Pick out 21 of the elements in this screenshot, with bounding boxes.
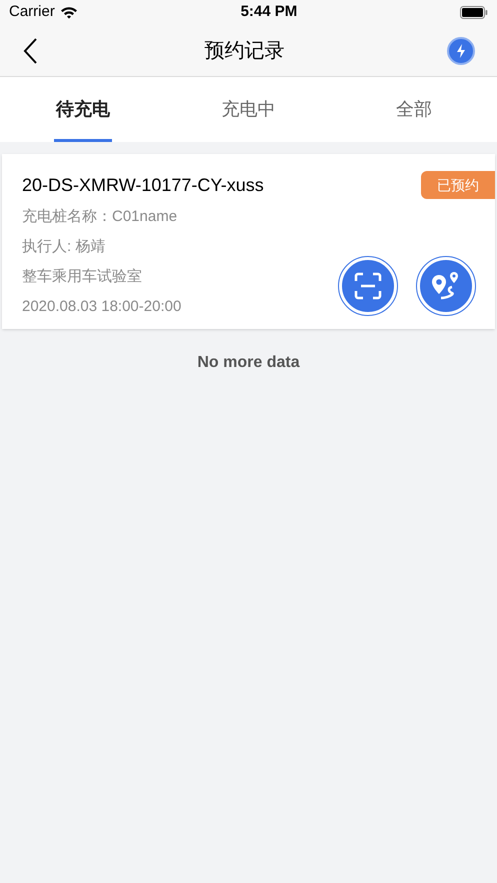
page-title: 预约记录 — [204, 38, 284, 64]
wifi-icon — [60, 6, 78, 19]
record-detail: 执行人: 杨靖 — [22, 237, 106, 257]
scan-button[interactable] — [339, 257, 397, 315]
record-detail: 充电桩名称：C01name — [22, 207, 178, 227]
time-text: 5:44 PM — [240, 2, 298, 22]
tab[interactable]: 全部 — [331, 77, 497, 142]
scan-icon — [354, 272, 382, 300]
lightning-button[interactable] — [447, 36, 475, 64]
no-more-data-text: No more data — [197, 353, 300, 373]
carrier-text: Carrier — [9, 2, 55, 22]
route-button[interactable] — [417, 257, 475, 315]
back-chevron-icon — [22, 36, 38, 64]
record-code: 20-DS-XMRW-10177-CY-xuss — [22, 174, 264, 196]
record-detail: 整车乘用车试验室 — [22, 267, 142, 287]
tab[interactable]: 充电中 — [166, 77, 332, 142]
lightning-icon — [456, 44, 466, 58]
battery-icon — [460, 6, 488, 19]
record-detail: 2020.08.03 18:00-20:00 — [22, 297, 182, 317]
tab[interactable]: 待充电 — [0, 77, 166, 142]
status-badge: 已预约 — [421, 171, 495, 199]
